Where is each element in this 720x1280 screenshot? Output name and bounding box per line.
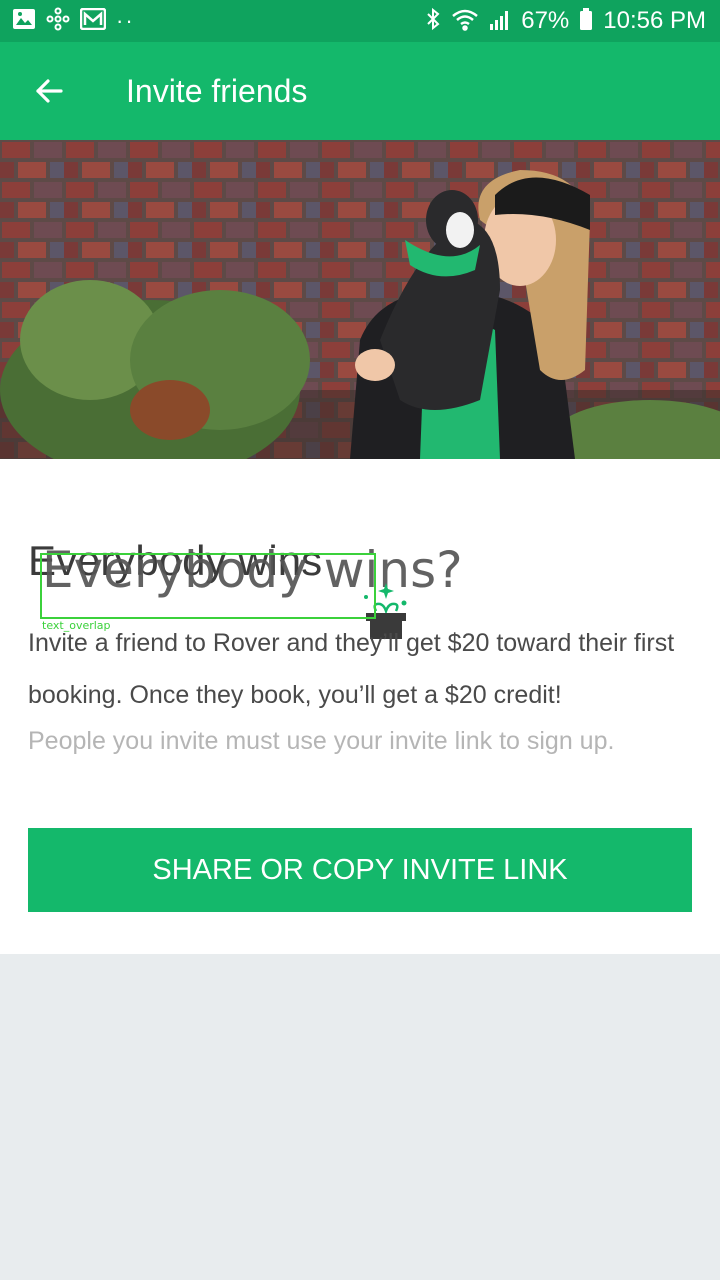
overlap-highlight-box: [40, 553, 376, 619]
invite-card: Everybody wins Everybody wins? text_over…: [0, 459, 720, 954]
battery-icon: [579, 7, 593, 36]
page-title: Invite friends: [126, 72, 308, 109]
arrow-left-icon: [36, 79, 63, 103]
notification-dots: ··: [116, 8, 135, 33]
invite-description: Invite a friend to Rover and they’ll get…: [28, 629, 675, 709]
clock: 10:56 PM: [603, 7, 706, 34]
pinwheel-icon: [46, 7, 70, 36]
hero-image: [0, 140, 720, 459]
invite-note: People you invite must use your invite l…: [28, 727, 615, 755]
back-button[interactable]: [0, 42, 98, 140]
mail-icon: [79, 7, 107, 35]
status-bar-right: 67% 10:56 PM: [425, 7, 706, 36]
wifi-icon: [451, 7, 479, 36]
share-invite-link-button[interactable]: SHARE OR COPY INVITE LINK: [28, 828, 692, 912]
status-bar-left: ··: [12, 7, 135, 36]
signal-icon: [489, 7, 511, 36]
status-bar: ·· 67% 10:56 PM: [0, 0, 720, 42]
app-bar: Invite friends: [0, 42, 720, 140]
bush-left: [0, 280, 310, 459]
gallery-icon: [12, 8, 36, 35]
bluetooth-icon: [425, 7, 441, 36]
battery-percent: 67%: [521, 7, 570, 34]
